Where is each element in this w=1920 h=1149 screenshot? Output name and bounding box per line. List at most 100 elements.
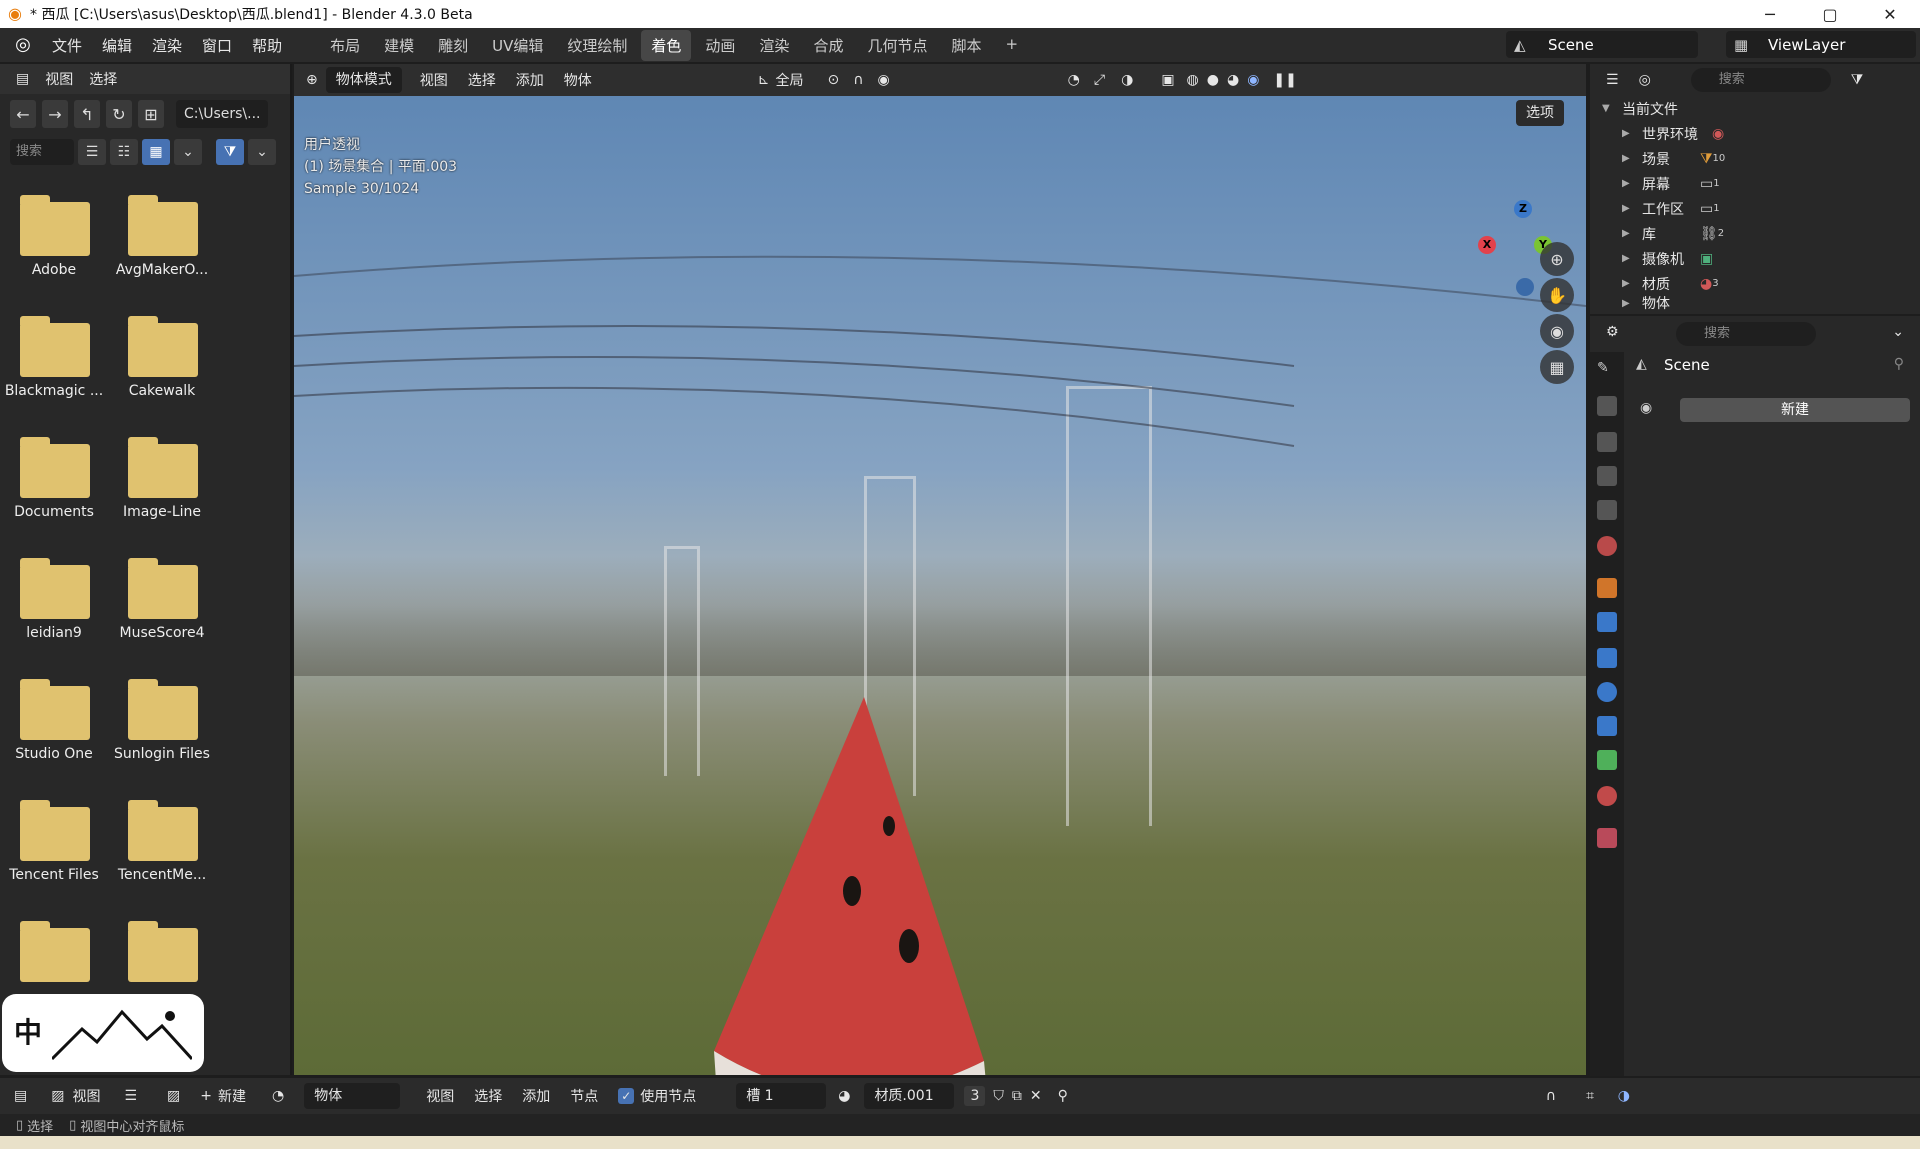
outliner-row-scene[interactable]: ▶ 场景 ⧩ 10 [1590, 146, 1920, 171]
modifier-wrench-tab-icon[interactable] [1597, 612, 1617, 632]
pan-hand-icon[interactable]: ✋ [1540, 278, 1574, 312]
pin-icon[interactable]: ⚲ [1058, 1088, 1068, 1104]
overlays-icon[interactable]: ◑ [1121, 72, 1133, 88]
file-search-input[interactable]: 搜索 [10, 139, 74, 165]
chevron-down-icon[interactable]: ▼ [1602, 103, 1616, 114]
duplicate-material-icon[interactable]: ⧉ [1012, 1088, 1022, 1104]
folder-item[interactable]: Image-Line [108, 426, 216, 536]
z-axis-handle[interactable]: Z [1514, 200, 1532, 218]
unlink-x-icon[interactable]: ✕ [1030, 1088, 1042, 1104]
fb-menu-select[interactable]: 选择 [89, 69, 117, 89]
scene-selector[interactable]: ◭ Scene [1506, 31, 1698, 58]
outliner-search-input[interactable]: 搜索 [1690, 68, 1831, 92]
xray-icon[interactable]: ▣ [1161, 72, 1174, 88]
vp-menu-object[interactable]: 物体 [564, 70, 592, 90]
outliner-row-world[interactable]: ▶ 世界环境 ◉ [1590, 121, 1920, 146]
folder-item[interactable]: TencentMe... [108, 789, 216, 899]
parent-folder-icon[interactable]: ↰ [74, 100, 100, 128]
chevron-right-icon[interactable]: ▶ [1622, 203, 1636, 214]
tab-texture-paint[interactable]: 纹理绘制 [557, 30, 637, 61]
texture-tab-icon[interactable] [1597, 828, 1617, 848]
outliner-row-object[interactable]: ▶ 物体 [1590, 296, 1920, 310]
tab-shading[interactable]: 着色 [641, 29, 692, 61]
vp-menu-add[interactable]: 添加 [516, 70, 544, 90]
material-users-count[interactable]: 3 [964, 1086, 986, 1106]
physics-tab-icon[interactable] [1597, 682, 1617, 702]
left-new-button[interactable]: 新建 [218, 1086, 246, 1106]
menu-help[interactable]: 帮助 [252, 35, 282, 56]
folder-item[interactable]: Cakewalk [108, 305, 216, 415]
use-nodes-checkbox[interactable]: ✓ [618, 1088, 635, 1104]
material-browse-icon[interactable]: ◕ [838, 1088, 850, 1104]
outliner-row-library[interactable]: ▶ 库 ⛓ 2 [1590, 221, 1920, 246]
node-menu-select[interactable]: 选择 [474, 1086, 502, 1106]
refresh-icon[interactable]: ↻ [106, 100, 132, 128]
node-menu-add[interactable]: 添加 [522, 1086, 550, 1106]
material-name-field[interactable]: 材质.001 [864, 1083, 955, 1109]
hamburger-icon[interactable]: ☰ [124, 1088, 137, 1104]
forward-arrow-icon[interactable]: → [42, 100, 68, 128]
outliner-row-camera[interactable]: ▶ 摄像机 ▣ [1590, 246, 1920, 271]
image-browse-icon[interactable]: ▨ [167, 1088, 180, 1104]
chevron-right-icon[interactable]: ▶ [1622, 228, 1636, 239]
proportional-edit-icon[interactable]: ◉ [877, 72, 889, 88]
tab-animation[interactable]: 动画 [695, 30, 745, 61]
tab-compositing[interactable]: 合成 [803, 30, 853, 61]
node-overlays-icon[interactable]: ◑ [1618, 1088, 1630, 1104]
perspective-grid-icon[interactable]: ▦ [1540, 350, 1574, 384]
object-tab-icon[interactable] [1597, 578, 1617, 598]
minimize-button[interactable]: ─ [1740, 0, 1800, 28]
folder-item[interactable]: Sunlogin Files [108, 668, 216, 778]
view-layer-selector[interactable]: ▦ ViewLayer [1726, 31, 1916, 58]
render-tab-icon[interactable] [1597, 396, 1617, 416]
visibility-eye-icon[interactable]: ◔ [1068, 72, 1080, 88]
folder-item[interactable]: AvgMakerO... [108, 184, 216, 294]
editor-type-icon[interactable]: ⊕ [306, 72, 318, 88]
tab-sculpting[interactable]: 雕刻 [428, 30, 478, 61]
tab-layout[interactable]: 布局 [320, 30, 370, 61]
editor-type-icon[interactable]: ▤ [14, 1088, 27, 1104]
tab-uv-editing[interactable]: UV编辑 [482, 30, 553, 61]
folder-item[interactable]: Adobe [0, 184, 108, 294]
render-preview[interactable] [294, 96, 1586, 1075]
rendered-shading-icon[interactable]: ◉ [1247, 72, 1259, 88]
image-icon[interactable]: ▨ [51, 1088, 64, 1104]
folder-item[interactable]: Studio One [0, 668, 108, 778]
world-tab-icon[interactable] [1597, 536, 1617, 556]
particles-tab-icon[interactable] [1597, 648, 1617, 668]
mode-selector[interactable]: 物体模式 [325, 67, 402, 93]
pin-icon[interactable]: ⚲ [1894, 356, 1904, 372]
folder-item[interactable]: Documents [0, 426, 108, 536]
3d-viewport[interactable]: ⊕ 物体模式 视图 选择 添加 物体 ⊾ 全局 ⊙ ∩ ◉ ◔ ⤢ ◑ ▣ ◍ … [294, 64, 1586, 1075]
folder-item[interactable]: MuseScore4 [108, 547, 216, 657]
chevron-right-icon[interactable]: ▶ [1622, 128, 1636, 139]
pause-render-icon[interactable]: ❚❚ [1273, 72, 1296, 88]
zoom-icon[interactable]: ⊕ [1540, 242, 1574, 276]
outliner-row-screen[interactable]: ▶ 屏幕 ▭ 1 [1590, 171, 1920, 196]
editor-type-icon[interactable]: ⚙ [1606, 324, 1619, 340]
world-browse-icon[interactable]: ◉ [1640, 400, 1652, 416]
solid-shading-icon[interactable]: ● [1207, 72, 1219, 88]
folder-item[interactable]: Tencent Files [0, 789, 108, 899]
outliner-filter-icon[interactable]: ⧩ [1851, 72, 1864, 88]
snap-magnet-icon[interactable]: ∩ [853, 72, 863, 88]
editor-type-icon[interactable]: ▤ [16, 71, 29, 87]
options-dropdown[interactable]: 选项 [1516, 100, 1564, 126]
object-type-select[interactable]: 物体 [304, 1083, 401, 1109]
node-grid-icon[interactable]: ⌗ [1586, 1088, 1594, 1104]
chevron-down-icon[interactable]: ⌄ [1892, 324, 1904, 340]
constraints-tab-icon[interactable] [1597, 716, 1617, 736]
new-folder-icon[interactable]: ⊞ [138, 100, 164, 128]
node-menu-node[interactable]: 节点 [570, 1086, 598, 1106]
material-tab-icon[interactable] [1597, 786, 1617, 806]
filter-icon[interactable]: ⧩ [216, 139, 244, 165]
properties-search-input[interactable]: 搜索 [1676, 322, 1816, 346]
thumbnail-view-icon[interactable]: ▦ [142, 139, 170, 165]
transform-orientation-select[interactable]: 全局 [775, 70, 803, 90]
close-button[interactable]: ✕ [1860, 0, 1920, 28]
snap-magnet-icon[interactable]: ∩ [1546, 1088, 1556, 1104]
wireframe-shading-icon[interactable]: ◍ [1187, 72, 1199, 88]
node-menu-view[interactable]: 视图 [426, 1086, 454, 1106]
blender-logo-icon[interactable]: ◎ [10, 32, 36, 58]
view-layer-tab-icon[interactable] [1597, 466, 1617, 486]
